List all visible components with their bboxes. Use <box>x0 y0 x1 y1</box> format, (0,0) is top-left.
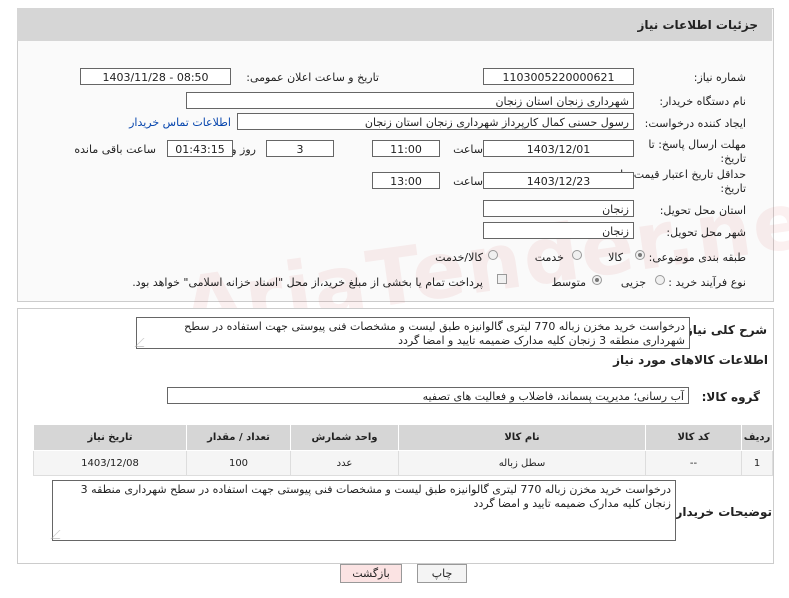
goods-group-label: گروه کالا: <box>701 390 760 404</box>
col-name-header: نام کالا <box>398 424 646 451</box>
category-option-service: خدمت <box>534 251 564 264</box>
cell-unit: عدد <box>290 450 399 476</box>
col-row-header: ردیف <box>741 424 773 451</box>
buyer-notes-textarea[interactable]: درخواست خرید مخزن زباله 770 لیتری گالوان… <box>50 480 676 541</box>
category-radio-service[interactable] <box>572 250 582 260</box>
treasury-payment-checkbox[interactable] <box>497 274 507 284</box>
resize-grip-icon[interactable] <box>134 338 153 347</box>
process-option-minor: جزیی <box>620 276 646 289</box>
col-date-header: تاریخ نیاز <box>33 424 187 451</box>
goods-table: ردیف کد کالا نام کالا واحد شمارش تعداد /… <box>33 424 773 476</box>
deadline-time-field: 11:00 <box>372 140 440 157</box>
remaining-time-field: 01:43:15 <box>167 140 233 157</box>
col-code-header: کد کالا <box>645 424 742 451</box>
print-button[interactable]: چاپ <box>417 564 467 583</box>
deadline-date-field: 1403/12/01 <box>483 140 634 157</box>
cell-name: سطل زباله <box>398 450 646 476</box>
city-field: زنجان <box>483 222 634 239</box>
description-textarea[interactable]: درخواست خرید مخزن زباله 770 لیتری گالوان… <box>134 317 690 349</box>
cell-code: -- <box>645 450 742 476</box>
validity-time-field: 13:00 <box>372 172 440 189</box>
category-label: طبقه بندی موضوعی: <box>648 251 746 264</box>
validity-date-field: 1403/12/23 <box>483 172 634 189</box>
validity-time-label: ساعت <box>453 175 483 188</box>
payment-note: پرداخت تمام یا بخشی از مبلغ خرید،از محل … <box>132 276 483 289</box>
process-option-medium: متوسط <box>551 276 586 289</box>
category-radio-goods[interactable] <box>635 250 645 260</box>
category-option-both: کالا/خدمت <box>435 251 483 264</box>
process-radio-minor[interactable] <box>655 275 665 285</box>
table-header-row: ردیف کد کالا نام کالا واحد شمارش تعداد /… <box>33 424 773 451</box>
resize-grip-icon[interactable] <box>50 530 69 539</box>
announce-field: 1403/11/28 - 08:50 <box>80 68 231 85</box>
goods-section-title: اطلاعات کالاهای مورد نیاز <box>613 353 768 367</box>
city-label: شهر محل تحویل: <box>666 226 746 239</box>
creator-label: ایجاد کننده درخواست: <box>644 117 746 130</box>
need-number-label: شماره نیاز: <box>693 71 746 84</box>
buyer-field: شهرداری زنجان استان زنجان <box>186 92 634 109</box>
col-unit-header: واحد شمارش <box>290 424 399 451</box>
description-label: شرح کلی نیاز: <box>681 323 767 337</box>
cell-row: 1 <box>741 450 773 476</box>
creator-field: رسول حسنی کمال کارپرداز شهرداری زنجان اس… <box>237 113 634 130</box>
back-button[interactable]: بازگشت <box>340 564 402 583</box>
category-radio-both[interactable] <box>488 250 498 260</box>
page-title: جزئیات اطلاعات نیاز <box>637 18 758 32</box>
deadline-time-label: ساعت <box>453 143 483 156</box>
announce-label: تاریخ و ساعت اعلان عمومی: <box>246 71 379 84</box>
goods-group-field: آب رسانی؛ مدیریت پسماند، فاضلاب و فعالیت… <box>167 387 689 404</box>
process-label: نوع فرآیند خرید : <box>668 276 746 289</box>
table-row: 1 -- سطل زباله عدد 100 1403/12/08 <box>33 450 773 476</box>
days-label: روز و <box>231 143 256 156</box>
category-option-goods: کالا <box>608 251 623 264</box>
remaining-label: ساعت باقی مانده <box>74 143 156 156</box>
need-number-field: 1103005220000621 <box>483 68 634 85</box>
description-text: درخواست خرید مخزن زباله 770 لیتری گالوان… <box>184 320 685 347</box>
buyer-notes-label: توضیحات خریدار: <box>670 505 772 519</box>
cell-date: 1403/12/08 <box>33 450 187 476</box>
panel-header: جزئیات اطلاعات نیاز <box>17 8 772 41</box>
contact-info-link[interactable]: اطلاعات تماس خریدار <box>129 116 231 129</box>
buyer-label: نام دستگاه خریدار: <box>659 95 746 108</box>
province-label: استان محل تحویل: <box>659 204 746 217</box>
days-field: 3 <box>266 140 334 157</box>
deadline-label: مهلت ارسال پاسخ: تا تاریخ: <box>648 138 746 165</box>
cell-qty: 100 <box>186 450 291 476</box>
buyer-notes-text: درخواست خرید مخزن زباله 770 لیتری گالوان… <box>80 483 671 510</box>
col-qty-header: تعداد / مقدار <box>186 424 291 451</box>
process-radio-medium[interactable] <box>592 275 602 285</box>
province-field: زنجان <box>483 200 634 217</box>
